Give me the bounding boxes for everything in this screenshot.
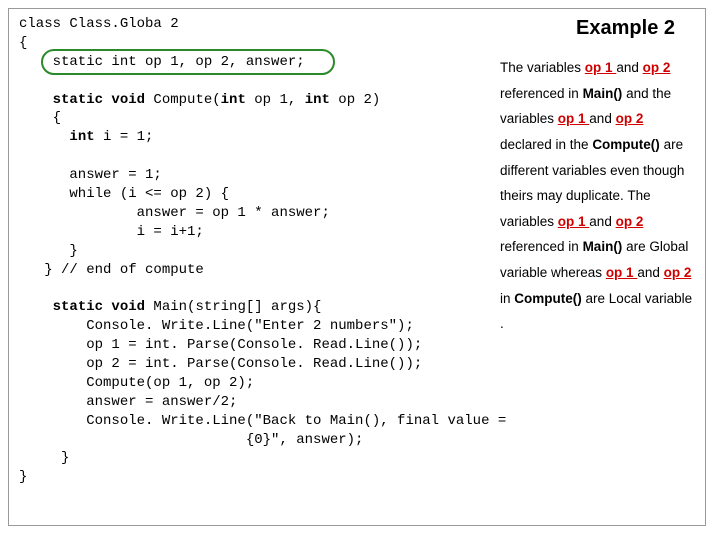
code-line: static void Main(string[] args){: [19, 299, 321, 315]
code-line: answer = 1;: [19, 167, 162, 183]
description-text: The variables op 1 and op 2 referenced i…: [500, 55, 695, 337]
code-line: while (i <= op 2) {: [19, 186, 229, 202]
desc-text: declared in the: [500, 137, 592, 152]
desc-text: The variables: [500, 60, 585, 75]
code-line: op 2 = int. Parse(Console. Read.Line());: [19, 356, 422, 372]
desc-text: and: [589, 111, 615, 126]
code-line: int i = 1;: [19, 129, 153, 145]
code-line: answer = op 1 * answer;: [19, 205, 330, 221]
code-line: Console. Write.Line("Enter 2 numbers");: [19, 318, 414, 334]
code-line: }: [19, 243, 78, 259]
var-op2: op 2: [616, 111, 644, 126]
var-op2: op 2: [616, 214, 644, 229]
desc-text: and the: [622, 86, 671, 101]
code-line: {: [19, 35, 27, 51]
code-line: {: [19, 110, 61, 126]
var-op1: op 1: [585, 60, 617, 75]
code-line: Console. Write.Line("Back to Main(), fin…: [19, 413, 506, 429]
main-ref: Main(): [583, 239, 623, 254]
compute-ref: Compute(): [592, 137, 660, 152]
var-op2: op 2: [643, 60, 671, 75]
code-line: {0}", answer);: [19, 432, 363, 448]
main-ref: Main(): [583, 86, 623, 101]
code-line: answer = answer/2;: [19, 394, 237, 410]
example-title: Example 2: [576, 17, 675, 40]
desc-text: are: [622, 239, 645, 254]
desc-text: referenced in: [500, 86, 583, 101]
code-block: class Class.Globa 2 { static int op 1, o…: [19, 15, 506, 487]
code-line: op 1 = int. Parse(Console. Read.Line());: [19, 337, 422, 353]
desc-text: referenced in: [500, 239, 583, 254]
code-line: static void Compute(int op 1, int op 2): [19, 92, 380, 108]
var-op1: op 1: [558, 214, 590, 229]
desc-text: and: [589, 214, 615, 229]
var-op2: op 2: [664, 265, 692, 280]
slide-container: Example 2 class Class.Globa 2 { static i…: [8, 8, 706, 526]
code-line: i = i+1;: [19, 224, 204, 240]
code-line: static int op 1, op 2, answer;: [19, 54, 305, 70]
desc-text: and: [616, 60, 642, 75]
var-op1: op 1: [606, 265, 638, 280]
code-line: Compute(op 1, op 2);: [19, 375, 254, 391]
code-line: class Class.Globa 2: [19, 16, 179, 32]
code-line: } // end of compute: [19, 262, 204, 278]
desc-text: variables: [500, 111, 558, 126]
var-op1: op 1: [558, 111, 590, 126]
code-line: }: [19, 450, 69, 466]
desc-text: are: [582, 291, 605, 306]
desc-text: in: [500, 291, 514, 306]
desc-text: and: [637, 265, 663, 280]
code-line: }: [19, 469, 27, 485]
compute-ref: Compute(): [514, 291, 582, 306]
